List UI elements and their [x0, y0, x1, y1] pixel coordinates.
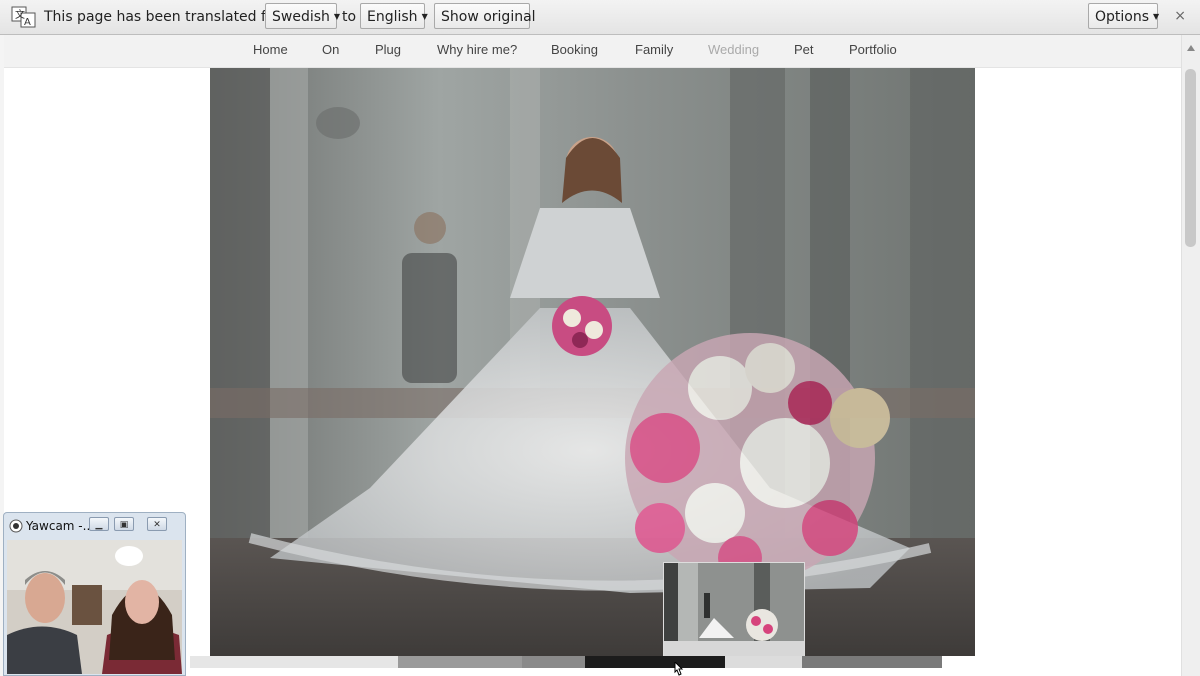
- slide-segment-active[interactable]: [585, 656, 725, 668]
- slideshow-progress-bar[interactable]: [190, 656, 975, 670]
- webcam-video-feed: [7, 540, 182, 674]
- chevron-down-icon: ▼: [421, 12, 428, 21]
- slideshow-thumbnail-preview[interactable]: [663, 562, 805, 659]
- translate-bar: 文 A This page has been translated from S…: [0, 0, 1200, 35]
- slide-segment[interactable]: [802, 656, 942, 668]
- translated-from-text: This page has been translated from: [44, 9, 294, 25]
- target-language-label: English: [367, 9, 418, 25]
- svg-text:A: A: [24, 17, 31, 28]
- slide-segment[interactable]: [522, 656, 585, 668]
- window-title: Yawcam -...: [26, 519, 95, 533]
- scrollbar-thumb[interactable]: [1185, 69, 1196, 247]
- show-original-button[interactable]: Show original: [434, 3, 536, 29]
- nav-item-booking[interactable]: Booking: [551, 42, 598, 57]
- slide-segment[interactable]: [725, 656, 802, 668]
- show-original-label: Show original: [441, 9, 536, 25]
- nav-item-family[interactable]: Family: [635, 42, 673, 57]
- yawcam-window[interactable]: Yawcam -... ▁ ▣ ✕: [3, 512, 186, 676]
- slide-segment[interactable]: [190, 656, 398, 668]
- nav-item-plug[interactable]: Plug: [375, 42, 401, 57]
- options-label: Options: [1095, 9, 1150, 25]
- target-language-select[interactable]: English ▼: [360, 3, 428, 29]
- nav-item-pet[interactable]: Pet: [794, 42, 814, 57]
- to-text: to: [342, 9, 357, 25]
- source-language-label: Swedish: [272, 9, 330, 25]
- restore-button[interactable]: ▣: [114, 517, 134, 531]
- nav-item-home[interactable]: Home: [253, 42, 288, 57]
- page-scrollbar[interactable]: [1181, 35, 1200, 676]
- close-button[interactable]: ✕: [147, 517, 167, 531]
- slide-segment[interactable]: [398, 656, 522, 668]
- chevron-down-icon: ▼: [1153, 12, 1160, 21]
- mouse-cursor-icon: [674, 662, 684, 676]
- webcam-icon: [9, 519, 23, 533]
- close-translate-bar-button[interactable]: ×: [1174, 8, 1186, 24]
- nav-item-wedding[interactable]: Wedding: [708, 42, 759, 57]
- main-nav: Home On Plug Why hire me? Booking Family…: [4, 35, 1182, 68]
- scroll-up-icon[interactable]: [1187, 45, 1195, 51]
- options-button[interactable]: Options ▼: [1088, 3, 1160, 29]
- nav-item-why-hire-me[interactable]: Why hire me?: [437, 42, 517, 57]
- chevron-down-icon: ▼: [333, 12, 341, 21]
- translate-icon: 文 A: [11, 6, 36, 28]
- nav-item-portfolio[interactable]: Portfolio: [849, 42, 897, 57]
- source-language-select[interactable]: Swedish ▼: [265, 3, 341, 29]
- nav-item-on[interactable]: On: [322, 42, 339, 57]
- minimize-button[interactable]: ▁: [89, 517, 109, 531]
- wedding-slideshow-image[interactable]: [210, 68, 975, 656]
